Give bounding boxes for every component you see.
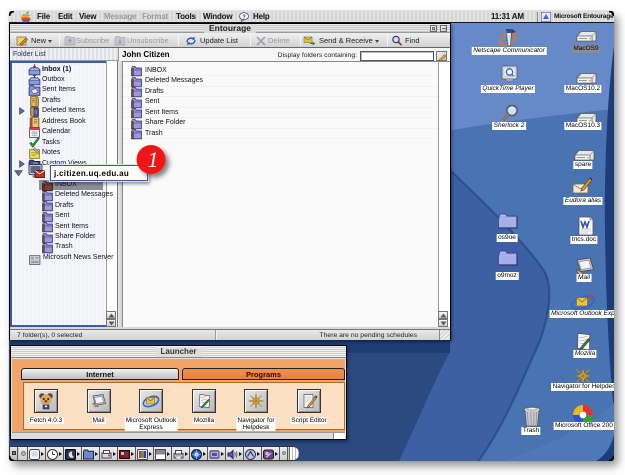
svg-text:1: 1: [148, 147, 159, 172]
